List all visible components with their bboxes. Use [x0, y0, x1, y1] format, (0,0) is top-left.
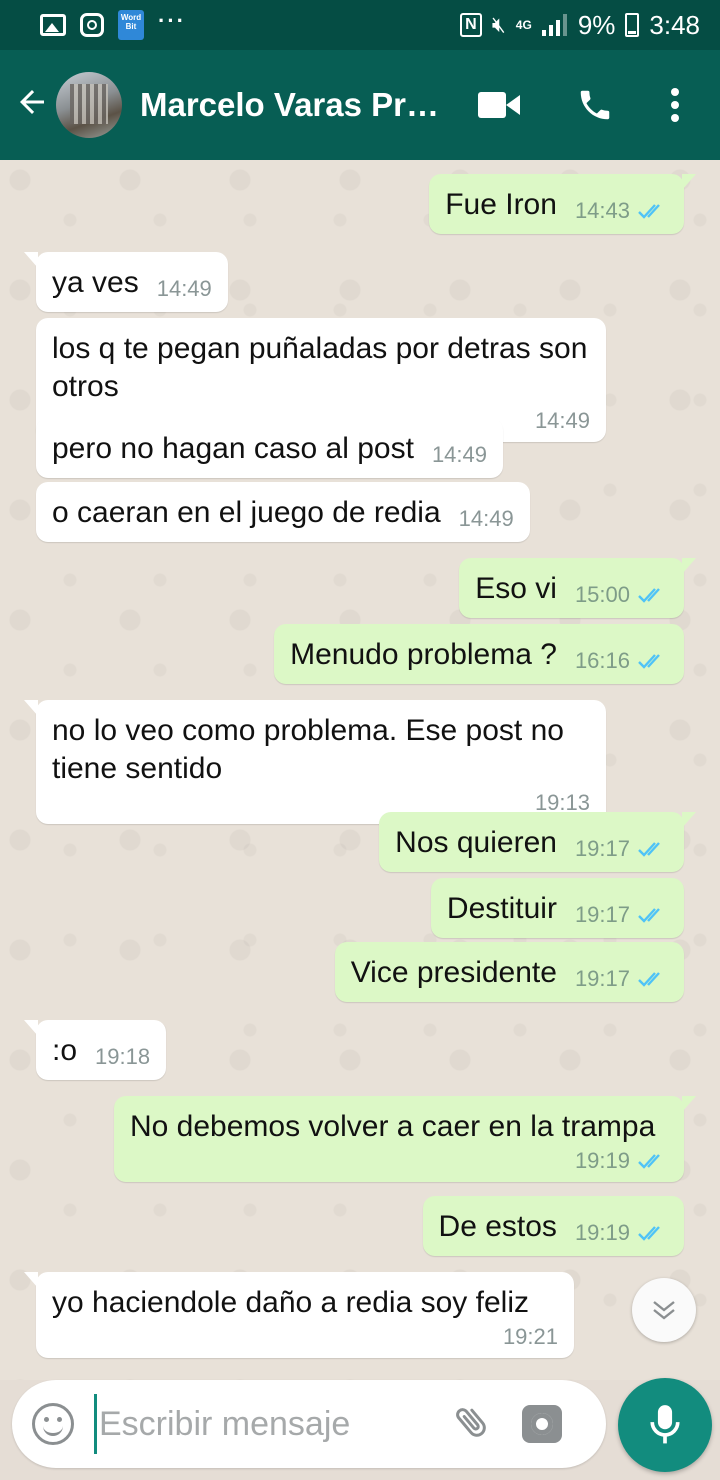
nfc-icon: N	[459, 13, 482, 37]
message-text: pero no hagan caso al post	[52, 432, 414, 465]
message-text: No debemos volver a caer en la trampa	[130, 1110, 656, 1143]
battery-icon	[625, 13, 640, 37]
message-input[interactable]	[94, 1394, 434, 1454]
message-text: De estos	[438, 1210, 557, 1243]
message-text: no lo veo como problema. Ese post no tie…	[52, 714, 564, 785]
message-out[interactable]: Eso vi 15:00	[459, 558, 696, 618]
read-ticks-icon	[638, 204, 660, 219]
read-ticks-icon	[638, 908, 660, 923]
message-text: o caeran en el juego de redia	[52, 496, 441, 529]
message-text: Nos quieren	[395, 826, 557, 859]
compose-bar	[12, 1380, 606, 1468]
message-text: :o	[52, 1034, 78, 1067]
double-chevron-down-icon	[653, 1301, 675, 1320]
message-time: 19:19	[574, 1220, 630, 1245]
message-time: 19:13	[534, 790, 590, 815]
read-ticks-icon	[638, 972, 660, 987]
mic-icon	[650, 1405, 680, 1444]
message-time: 15:00	[574, 582, 630, 607]
message-in[interactable]: o caeran en el juego de redia 14:49	[36, 482, 530, 542]
message-out[interactable]: Menudo problema ? 16:16	[274, 624, 684, 684]
more-notifications-icon: ···	[158, 8, 186, 33]
message-out[interactable]: Vice presidente 19:17	[334, 942, 684, 1002]
message-list[interactable]: Fue Iron 14:43 ya ves 14:49 los q te peg…	[0, 160, 720, 1380]
message-text: Vice presidente	[350, 956, 557, 989]
message-in[interactable]: no lo veo como problema. Ese post no tie…	[24, 700, 606, 824]
scroll-to-bottom-button[interactable]	[632, 1278, 696, 1342]
message-text: yo haciendole daño a redia soy feliz	[52, 1286, 529, 1319]
signal-icon	[541, 14, 568, 36]
message-time: 14:43	[574, 198, 630, 223]
clock: 3:48	[649, 9, 700, 40]
mic-button[interactable]	[618, 1378, 712, 1472]
phone-icon[interactable]	[576, 86, 614, 124]
message-in[interactable]: yo haciendole daño a redia soy feliz 19:…	[24, 1272, 574, 1358]
message-in[interactable]: ya ves 14:49	[24, 252, 228, 312]
message-out[interactable]: No debemos volver a caer en la trampa 19…	[114, 1096, 696, 1182]
message-out[interactable]: Nos quieren 19:17	[379, 812, 696, 872]
instagram-icon	[80, 13, 104, 37]
message-text: Eso vi	[475, 572, 557, 605]
message-time: 19:18	[95, 1044, 151, 1069]
message-time: 14:49	[156, 276, 212, 301]
message-time: 16:16	[574, 648, 630, 673]
paperclip-icon[interactable]	[452, 1402, 492, 1447]
read-ticks-icon	[638, 1226, 660, 1241]
read-ticks-icon	[638, 654, 660, 669]
mute-icon: 🔇︎	[491, 12, 506, 37]
arrow-left-icon[interactable]	[14, 84, 54, 127]
message-time: 19:19	[574, 1148, 630, 1173]
video-call-icon[interactable]	[478, 92, 520, 118]
message-out[interactable]: De estos 19:19	[422, 1196, 684, 1256]
camera-icon[interactable]	[522, 1405, 562, 1443]
message-in[interactable]: :o 19:18	[23, 1020, 167, 1080]
message-time: 19:17	[574, 902, 630, 927]
status-bar: Word Bit ··· N 🔇︎ 4G 9% 3:48	[0, 0, 720, 50]
message-text: ya ves	[52, 266, 139, 299]
message-time: 19:17	[574, 836, 630, 861]
message-time: 14:49	[431, 442, 487, 467]
message-time: 19:21	[502, 1324, 558, 1349]
message-text: Destituir	[446, 892, 557, 925]
message-time: 19:17	[574, 966, 630, 991]
message-text: Fue Iron	[445, 188, 557, 221]
read-ticks-icon	[638, 842, 660, 857]
contact-avatar[interactable]	[56, 72, 122, 138]
battery-percent: 9%	[577, 9, 616, 40]
message-in[interactable]: pero no hagan caso al post 14:49	[36, 418, 503, 478]
message-time: 14:49	[458, 506, 514, 531]
message-text: los q te pegan puñaladas por detras son …	[52, 332, 588, 403]
read-ticks-icon	[638, 588, 660, 603]
more-vert-icon[interactable]	[670, 87, 680, 123]
emoji-icon[interactable]	[32, 1403, 74, 1445]
message-text: Menudo problema ?	[290, 638, 557, 671]
message-out[interactable]: Fue Iron 14:43	[429, 174, 696, 234]
read-ticks-icon	[638, 1154, 660, 1169]
chat-header: Marcelo Varas Pr…	[0, 50, 720, 160]
contact-name[interactable]: Marcelo Varas Pr…	[140, 86, 440, 124]
network-type-label: 4G	[515, 18, 532, 32]
wordbit-icon: Word Bit	[118, 10, 144, 40]
gallery-icon	[40, 14, 66, 36]
message-out[interactable]: Destituir 19:17	[430, 878, 684, 938]
